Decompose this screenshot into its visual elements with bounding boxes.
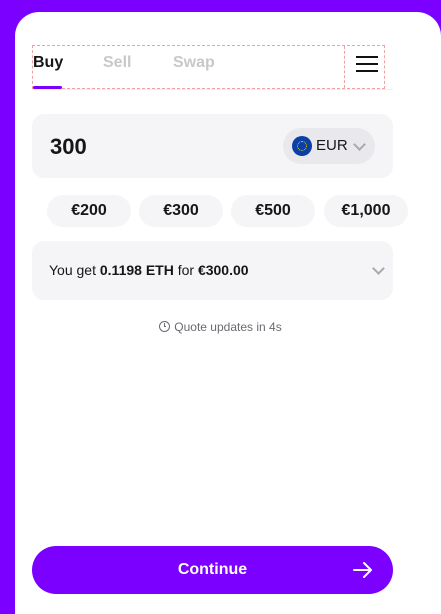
chevron-down-icon — [353, 138, 366, 151]
quote-text: You get 0.1198 ETH for €300.00 — [49, 262, 249, 278]
chevron-down-icon — [372, 262, 385, 275]
quote-crypto-amount: 0.1198 ETH — [99, 262, 174, 278]
tab-divider — [344, 46, 345, 88]
preset-button-200[interactable]: €200 — [47, 195, 131, 227]
tab-swap[interactable]: Swap — [173, 54, 215, 72]
quote-note-text: Quote updates in 4s — [174, 320, 282, 334]
tab-bar: Buy Sell Swap — [32, 45, 385, 89]
amount-input[interactable]: 300 — [50, 134, 87, 160]
arrow-right-icon — [353, 562, 372, 578]
quote-summary[interactable]: You get 0.1198 ETH for €300.00 — [32, 241, 393, 300]
tab-buy[interactable]: Buy — [33, 54, 63, 72]
quote-refresh-note: Quote updates in 4s — [0, 320, 441, 334]
quote-prefix: You get — [49, 262, 96, 278]
continue-button[interactable]: Continue — [32, 546, 393, 594]
preset-button-300[interactable]: €300 — [139, 195, 223, 227]
eu-flag-icon — [292, 136, 312, 156]
currency-code: EUR — [316, 137, 348, 154]
widget-card — [15, 12, 441, 614]
currency-select[interactable]: EUR — [283, 128, 375, 164]
quote-fiat-amount: €300.00 — [197, 262, 249, 278]
tab-bar-divider — [32, 89, 393, 90]
amount-input-box: 300 EUR — [32, 114, 393, 178]
preset-button-1000[interactable]: €1,000 — [324, 195, 408, 227]
clock-icon — [159, 321, 171, 332]
tab-sell[interactable]: Sell — [103, 54, 131, 72]
quote-middle: for — [177, 262, 195, 278]
continue-label: Continue — [177, 561, 248, 578]
hamburger-menu-icon[interactable] — [356, 54, 378, 74]
preset-button-500[interactable]: €500 — [231, 195, 315, 227]
